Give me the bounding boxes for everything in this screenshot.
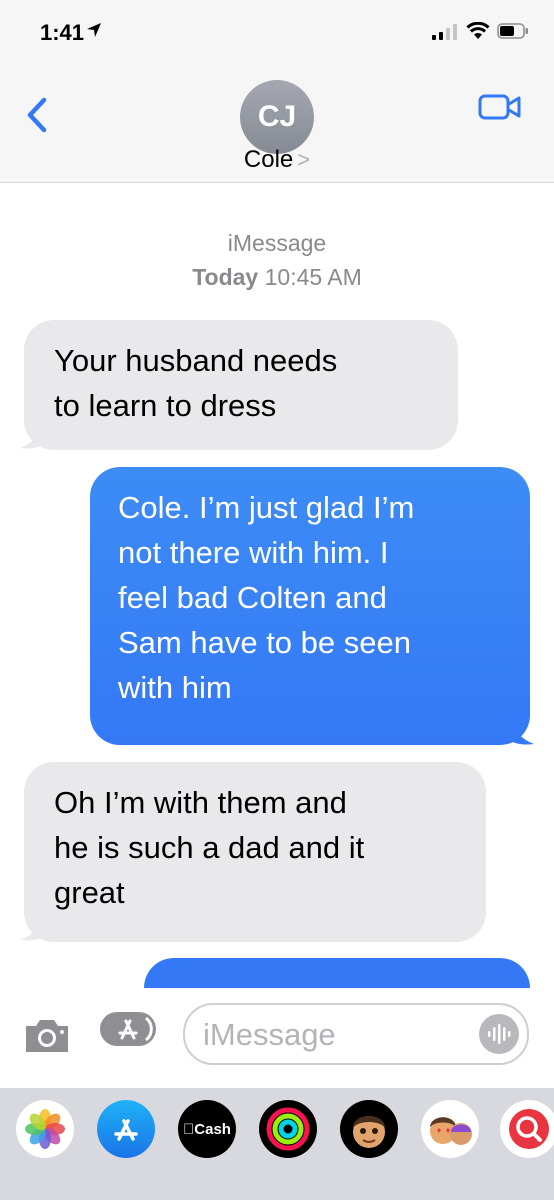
app-store-icon xyxy=(118,1016,153,1042)
message-input-placeholder: iMessage xyxy=(203,1017,336,1052)
message-line: feel bad Colten and xyxy=(118,580,387,615)
imessage-app-drawer: Cash xyxy=(0,1088,554,1200)
wifi-icon xyxy=(466,22,490,39)
battery-icon xyxy=(497,23,528,39)
message-line: not there with him. I xyxy=(118,535,389,570)
web-search-app[interactable] xyxy=(500,1100,554,1158)
apple-cash-icon: Cash xyxy=(183,1121,231,1138)
apple-cash-app[interactable]: Cash xyxy=(178,1100,236,1158)
facetime-video-icon[interactable] xyxy=(478,92,522,122)
location-arrow-icon xyxy=(87,23,101,37)
app-store-icon xyxy=(114,1119,138,1141)
service-label: iMessage xyxy=(227,230,327,256)
timestamp-time: 10:45 AM xyxy=(264,264,362,290)
web-search-icon xyxy=(509,1109,549,1149)
status-time: 1:41 xyxy=(40,20,85,45)
message-line: Cole. I’m just glad I’m xyxy=(118,490,415,525)
message-line: great xyxy=(54,875,125,910)
back-chevron-icon[interactable] xyxy=(18,90,58,140)
message-input[interactable]: iMessage xyxy=(183,1003,529,1065)
timestamp: Today 10:45 AM xyxy=(0,260,554,294)
message-line: he is such a dad and it xyxy=(54,830,365,865)
apple-cash-label: Cash xyxy=(188,1120,231,1138)
contact-name-button[interactable]: Cole > xyxy=(0,146,554,174)
timestamp-day: Today xyxy=(192,264,259,290)
message-line: Oh I’m with them and xyxy=(54,785,347,820)
contact-avatar[interactable]: CJ xyxy=(240,80,314,154)
conversation-header: CJ Cole > xyxy=(0,60,554,183)
memoji-stickers-icon xyxy=(430,1117,472,1145)
cellular-signal-icon xyxy=(432,24,457,40)
status-bar: 1:41 xyxy=(0,0,554,60)
memoji-app[interactable] xyxy=(340,1100,398,1158)
message-line: with him xyxy=(118,670,232,705)
activity-app[interactable] xyxy=(259,1100,317,1158)
contact-name: Cole xyxy=(243,146,294,173)
chevron-right-icon: > xyxy=(297,147,311,172)
memoji-stickers-app[interactable] xyxy=(421,1100,479,1158)
avatar-initials: CJ xyxy=(257,100,297,133)
photos-app[interactable] xyxy=(16,1100,74,1158)
memoji-icon xyxy=(353,1116,385,1148)
message-bubble-received[interactable]: Oh I’m with them and he is such a dad an… xyxy=(24,762,486,942)
app-store-drawer-button[interactable] xyxy=(100,1012,156,1046)
message-bubble-sent[interactable]: Cole. I’m just glad I’m not there with h… xyxy=(90,467,530,745)
photos-icon xyxy=(25,1109,65,1149)
camera-icon[interactable] xyxy=(22,1016,72,1054)
audio-message-button[interactable] xyxy=(479,1014,519,1054)
activity-icon xyxy=(266,1107,310,1151)
compose-bar: iMessage xyxy=(0,988,554,1088)
app-store-app[interactable] xyxy=(97,1100,155,1158)
message-line: Sam have to be seen xyxy=(118,625,411,660)
apple-logo-icon:  xyxy=(183,1121,194,1138)
message-bubble-received[interactable]: Your husband needs to learn to dress xyxy=(24,320,458,450)
message-line: to learn to dress xyxy=(54,388,277,423)
audio-waveform-icon xyxy=(488,1024,511,1044)
conversation-meta: iMessage Today 10:45 AM xyxy=(0,226,554,294)
message-line: Your husband needs xyxy=(54,343,338,378)
